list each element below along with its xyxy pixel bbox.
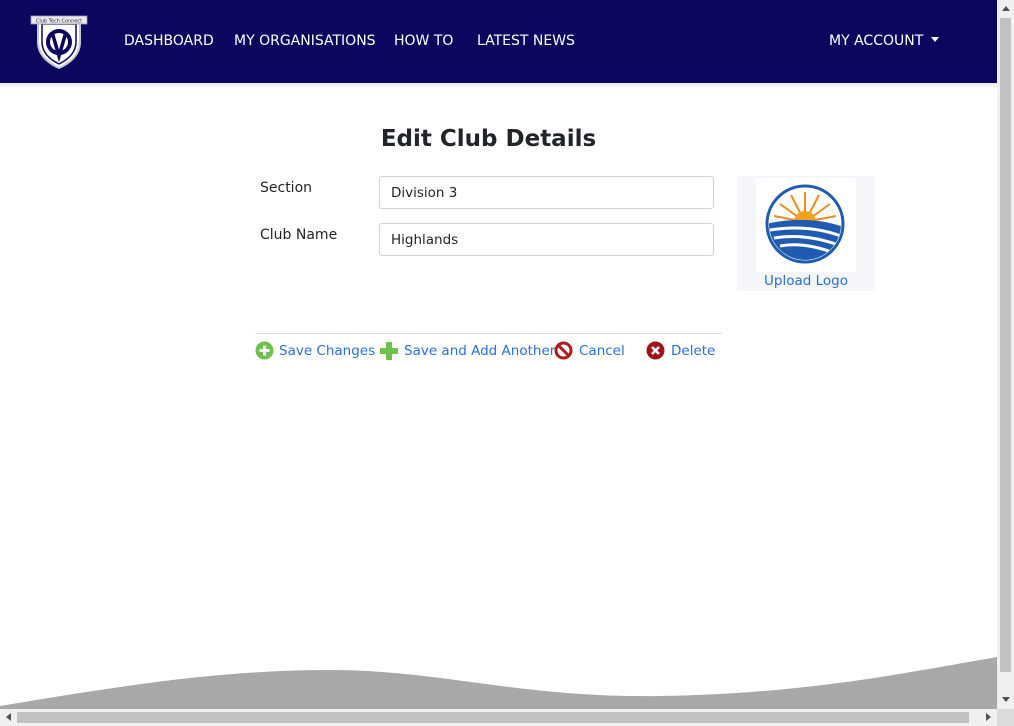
caret-down-icon xyxy=(931,37,940,42)
scroll-right-arrow-icon[interactable] xyxy=(986,713,991,721)
club-logo-image xyxy=(756,178,856,272)
nav-dashboard[interactable]: DASHBOARD xyxy=(124,33,214,49)
delete-label: Delete xyxy=(671,343,716,359)
upload-logo-link[interactable]: Upload Logo xyxy=(737,273,875,289)
cancel-label: Cancel xyxy=(579,343,625,359)
save-and-add-another-label: Save and Add Another xyxy=(404,343,556,359)
horizontal-scroll-thumb[interactable] xyxy=(17,712,969,723)
scroll-left-arrow-icon[interactable] xyxy=(6,713,11,721)
my-account-label: MY ACCOUNT xyxy=(829,33,924,49)
scrollbar-corner xyxy=(997,709,1014,726)
crest-logo-icon[interactable]: Club Tech Connect xyxy=(30,12,88,70)
my-account-dropdown[interactable]: MY ACCOUNT xyxy=(829,33,940,49)
club-logo-panel[interactable]: Upload Logo xyxy=(737,176,875,291)
club-name-input[interactable] xyxy=(379,223,714,256)
scroll-up-arrow-icon[interactable] xyxy=(1002,6,1010,11)
scroll-down-arrow-icon[interactable] xyxy=(1002,697,1010,702)
footer-wave xyxy=(0,657,997,710)
plus-icon xyxy=(380,342,398,360)
prohibited-icon xyxy=(554,341,573,360)
page-title: Edit Club Details xyxy=(380,126,597,152)
section-input[interactable] xyxy=(379,176,714,209)
save-changes-label: Save Changes xyxy=(279,343,376,359)
sunrise-logo-icon xyxy=(765,184,845,264)
club-name-label: Club Name xyxy=(260,227,338,243)
vertical-scroll-thumb[interactable] xyxy=(1000,18,1011,672)
vertical-scrollbar[interactable] xyxy=(997,0,1014,709)
actions-divider xyxy=(255,333,722,334)
nav-latest-news[interactable]: LATEST NEWS xyxy=(477,33,575,49)
plus-circle-icon xyxy=(255,341,274,360)
x-circle-icon xyxy=(646,341,665,360)
nav-how-to[interactable]: HOW TO xyxy=(394,33,453,49)
navbar-shadow xyxy=(0,83,997,89)
top-navbar: Club Tech Connect DASHBOARD MY ORGANISAT… xyxy=(0,0,997,83)
section-label: Section xyxy=(260,180,313,196)
horizontal-scrollbar[interactable] xyxy=(0,709,997,726)
logo-banner-text: Club Tech Connect xyxy=(36,19,82,25)
nav-my-organisations[interactable]: MY ORGANISATIONS xyxy=(234,33,376,49)
